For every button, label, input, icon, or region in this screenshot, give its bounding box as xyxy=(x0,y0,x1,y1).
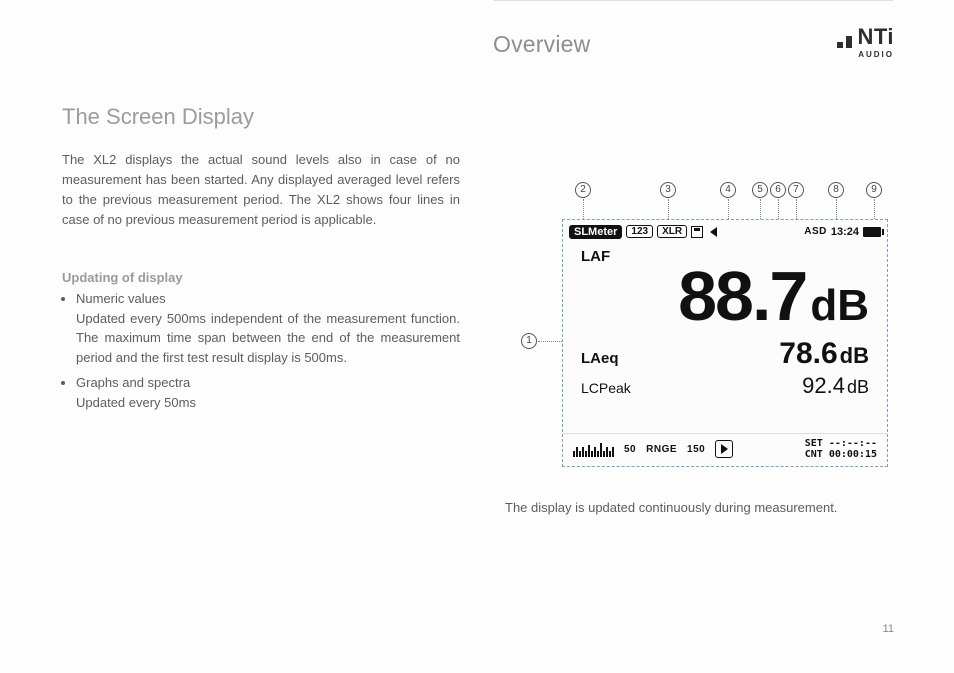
cnt-value: 00:00:15 xyxy=(829,449,877,460)
callout-9: 9 xyxy=(866,182,882,198)
callout-7: 7 xyxy=(788,182,804,198)
laeq-label: LAeq xyxy=(581,350,619,367)
bullet-detail: Updated every 500ms independent of the m… xyxy=(76,309,460,368)
set-value: --:--:-- xyxy=(829,438,877,449)
cnt-label: CNT xyxy=(805,449,823,460)
header-separator xyxy=(493,0,893,1)
subheading: Updating of display xyxy=(62,270,183,285)
callout-leader xyxy=(538,341,562,342)
logo-text: NTi xyxy=(857,26,894,48)
display-bottom-bar: 50 RNGE 150 SET --:--:-- CNT 00:00:15 xyxy=(563,433,887,466)
play-icon xyxy=(715,440,733,458)
input-chip: XLR xyxy=(657,225,687,238)
page-chip: 123 xyxy=(626,225,653,238)
logo-bar-icon xyxy=(846,36,852,48)
callout-leader xyxy=(583,199,584,219)
device-display: SLMeter 123 XLR ASD 13:24 LAF 88.7 dB LA… xyxy=(562,219,888,467)
lcpeak-label: LCPeak xyxy=(581,380,631,396)
lcpeak-value: 92.4 xyxy=(802,373,845,398)
callout-3: 3 xyxy=(660,182,676,198)
laeq-unit: dB xyxy=(840,343,869,368)
mode-chip: SLMeter xyxy=(569,225,622,239)
callout-4: 4 xyxy=(720,182,736,198)
range-high: 150 xyxy=(687,444,705,455)
figure-caption: The display is updated continuously duri… xyxy=(505,500,837,515)
callout-leader xyxy=(778,199,779,219)
page-number: 11 xyxy=(883,623,894,635)
clock-value: 13:24 xyxy=(831,226,859,238)
bullet-title: Numeric values xyxy=(76,291,166,306)
callout-leader xyxy=(760,199,761,219)
callout-leader xyxy=(836,199,837,219)
callout-leader xyxy=(728,199,729,219)
laeq-value: 78.6 xyxy=(779,337,837,370)
bullet-list: Numeric values Updated every 500ms indep… xyxy=(62,289,460,418)
asd-label: ASD xyxy=(804,226,827,237)
laf-value: 88.7 xyxy=(678,261,806,331)
bullet-title: Graphs and spectra xyxy=(76,375,190,390)
callout-leader xyxy=(668,199,669,219)
level-ticks-icon xyxy=(573,441,614,457)
lcpeak-unit: dB xyxy=(847,377,869,397)
callout-5: 5 xyxy=(752,182,768,198)
callout-leader xyxy=(796,199,797,219)
brand-logo: NTi AUDIO xyxy=(837,26,894,59)
bullet-detail: Updated every 50ms xyxy=(76,393,460,413)
save-icon xyxy=(691,226,703,238)
intro-paragraph: The XL2 displays the actual sound levels… xyxy=(62,150,460,231)
battery-icon xyxy=(863,227,881,237)
logo-subtext: AUDIO xyxy=(837,50,894,59)
range-low: 50 xyxy=(624,444,636,455)
display-status-bar: SLMeter 123 XLR ASD 13:24 xyxy=(563,220,887,242)
callout-6: 6 xyxy=(770,182,786,198)
laf-unit: dB xyxy=(810,284,869,328)
logo-bar-icon xyxy=(837,42,843,48)
page-header-title: Overview xyxy=(493,31,590,58)
callout-1: 1 xyxy=(521,333,537,349)
range-label: RNGE xyxy=(646,444,677,455)
set-label: SET xyxy=(805,438,823,449)
speaker-icon xyxy=(710,227,717,237)
callout-leader xyxy=(874,199,875,219)
callout-2: 2 xyxy=(575,182,591,198)
section-title: The Screen Display xyxy=(62,104,254,130)
callout-8: 8 xyxy=(828,182,844,198)
